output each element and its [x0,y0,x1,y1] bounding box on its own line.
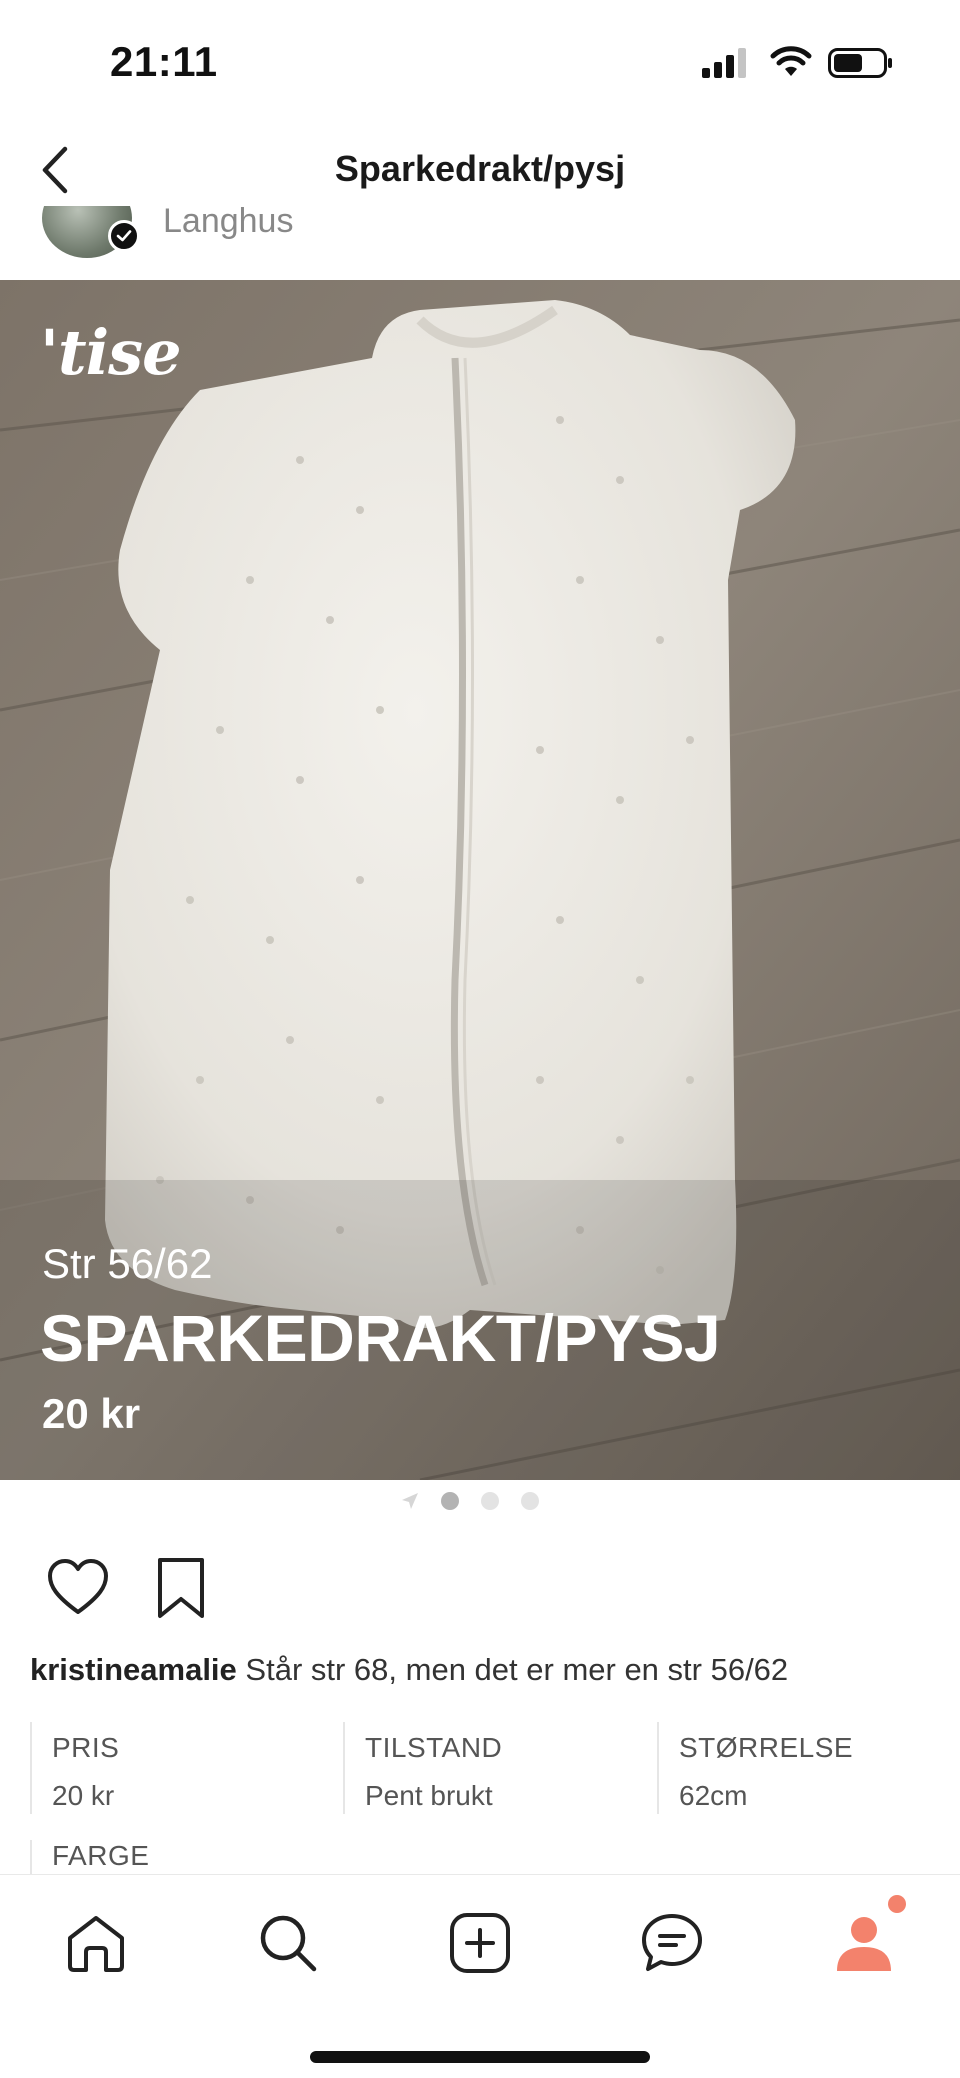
location-arrow-icon [402,1493,418,1509]
verified-badge [108,220,140,252]
description-username[interactable]: kristineamalie [30,1652,237,1687]
tab-profile[interactable] [824,1903,904,1983]
status-bar: 21:11 [0,0,960,130]
battery-icon [828,48,892,78]
product-image[interactable]: 'tise Str 56/62 SPARKEDRAKT/PYSJ 20 kr [0,280,960,1480]
tise-logo: 'tise [40,316,182,389]
detail-price: PRIS 20 kr [30,1722,343,1814]
bottom-tab-bar [0,1874,960,2078]
heart-icon [48,1559,108,1614]
tab-search[interactable] [248,1903,328,1983]
tab-home[interactable] [56,1903,136,1983]
detail-value: 62cm [679,1780,748,1811]
status-time: 21:11 [110,38,218,85]
detail-label: FARGE [52,1840,150,1871]
detail-label: STØRRELSE [679,1732,854,1763]
tab-add[interactable] [440,1903,520,1983]
description-text: Står str 68, men det er mer en str 56/62 [245,1652,789,1687]
detail-value: Pent brukt [365,1780,493,1811]
profile-icon [837,1917,891,1971]
image-pager [0,1488,960,1512]
home-indicator[interactable] [310,2051,650,2063]
image-size-label: Str 56/62 [42,1240,213,1287]
seller-row[interactable]: Langhus [0,206,960,280]
home-icon [68,1916,124,1972]
detail-color: FARGE [30,1840,149,1874]
wifi-icon [770,46,812,76]
seller-name[interactable]: Langhus [163,206,293,241]
image-title: SPARKEDRAKT/PYSJ [40,1301,721,1375]
signal-icon [702,48,746,78]
bookmark-icon [158,1558,204,1618]
search-icon [260,1915,317,1972]
save-button[interactable] [154,1556,208,1625]
notification-badge [888,1895,906,1913]
detail-value: 20 kr [52,1780,115,1811]
detail-condition: TILSTAND Pent brukt [343,1722,656,1814]
details-grid: PRIS 20 kr TILSTAND Pent brukt STØRRELSE… [30,1722,940,1814]
plus-square-icon [450,1913,510,1973]
tab-messages[interactable] [632,1903,712,1983]
pager-dot[interactable] [521,1492,539,1510]
listing-description: kristineamalie Står str 68, men det er m… [30,1652,940,1688]
pager-dot[interactable] [481,1492,499,1510]
chat-icon [642,1914,702,1971]
image-price: 20 kr [42,1390,141,1437]
page-title: Sparkedrakt/pysj [334,148,626,189]
detail-size: STØRRELSE 62cm [657,1722,940,1814]
pager-dot[interactable] [441,1492,459,1510]
checkmark-icon [116,230,132,242]
detail-label: TILSTAND [365,1732,503,1763]
detail-label: PRIS [52,1732,120,1763]
like-button[interactable] [46,1558,110,1621]
